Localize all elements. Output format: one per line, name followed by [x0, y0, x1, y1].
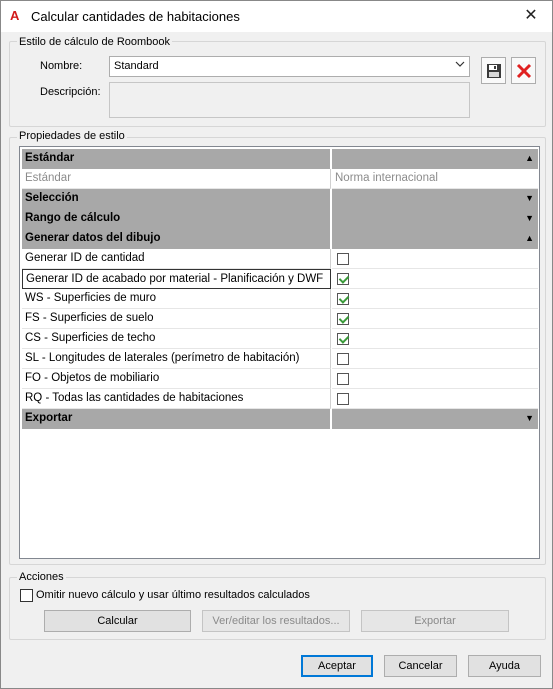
property-label: WS - Superficies de muro — [22, 289, 331, 309]
description-label: Descripción: — [40, 86, 101, 98]
property-label: FO - Objetos de mobiliario — [22, 369, 331, 389]
property-row-sl[interactable]: SL - Longitudes de laterales (perímetro … — [22, 349, 538, 369]
property-label: RQ - Todas las cantidades de habitacione… — [22, 389, 331, 409]
category-spacer: ▲ — [332, 149, 538, 169]
property-row-acabado[interactable]: Generar ID de acabado por material - Pla… — [22, 269, 538, 289]
floppy-disk-icon — [486, 63, 501, 78]
expand-arrow-icon[interactable]: ▼ — [525, 213, 534, 223]
property-label: SL - Longitudes de laterales (perímetro … — [22, 349, 331, 369]
property-value — [332, 369, 538, 389]
property-row-fo[interactable]: FO - Objetos de mobiliario — [22, 369, 538, 389]
property-label: FS - Superficies de suelo — [22, 309, 331, 329]
help-button[interactable]: Ayuda — [468, 655, 541, 677]
property-row-fs[interactable]: FS - Superficies de suelo — [22, 309, 538, 329]
name-combobox-value: Standard — [114, 60, 159, 72]
save-style-button[interactable] — [481, 57, 506, 84]
property-label: Generar ID de acabado por material - Pla… — [22, 269, 331, 289]
property-row-ws[interactable]: WS - Superficies de muro — [22, 289, 538, 309]
checkbox[interactable] — [337, 393, 349, 405]
expand-arrow-icon[interactable]: ▼ — [525, 413, 534, 423]
property-label: Estándar — [22, 169, 331, 189]
dialog-window: A Calcular cantidades de habitaciones ✕ … — [0, 0, 553, 689]
category-spacer: ▼ — [332, 409, 538, 429]
category-row-rango[interactable]: Rango de cálculo ▼ — [22, 209, 538, 229]
omit-recalc-checkbox[interactable] — [20, 589, 33, 602]
property-row-cs[interactable]: CS - Superficies de techo — [22, 329, 538, 349]
checkbox[interactable] — [337, 293, 349, 305]
autocad-app-icon: A — [10, 8, 20, 23]
category-row-seleccion[interactable]: Selección ▼ — [22, 189, 538, 209]
property-row-generar-id[interactable]: Generar ID de cantidad — [22, 249, 538, 269]
property-row-standard: Estándar Norma internacional — [22, 169, 538, 189]
property-value — [332, 289, 538, 309]
collapse-arrow-icon[interactable]: ▲ — [525, 233, 534, 243]
property-row-rq[interactable]: RQ - Todas las cantidades de habitacione… — [22, 389, 538, 409]
checkbox[interactable] — [337, 333, 349, 345]
checkbox[interactable] — [337, 313, 349, 325]
category-row-estandar[interactable]: Estándar ▲ — [22, 149, 538, 169]
properties-group-label: Propiedades de estilo — [17, 130, 127, 142]
actions-group-label: Acciones — [17, 571, 66, 583]
property-label: Generar ID de cantidad — [22, 249, 331, 269]
checkbox[interactable] — [337, 373, 349, 385]
close-button[interactable]: ✕ — [521, 7, 541, 25]
style-group-label: Estilo de cálculo de Roombook — [17, 36, 173, 48]
category-row-generar[interactable]: Generar datos del dibujo ▲ — [22, 229, 538, 249]
cancel-button[interactable]: Cancelar — [384, 655, 457, 677]
category-spacer: ▲ — [332, 229, 538, 249]
category-spacer: ▼ — [332, 209, 538, 229]
property-value — [332, 349, 538, 369]
chevron-down-icon — [455, 59, 465, 72]
property-value — [332, 389, 538, 409]
window-title: Calcular cantidades de habitaciones — [31, 9, 240, 24]
checkbox[interactable] — [337, 273, 349, 285]
property-value: Norma internacional — [332, 169, 538, 189]
accept-button[interactable]: Aceptar — [301, 655, 373, 677]
delete-style-button[interactable] — [511, 57, 536, 84]
name-combobox[interactable]: Standard — [109, 56, 470, 77]
checkbox[interactable] — [337, 353, 349, 365]
category-label: Selección — [22, 189, 331, 209]
category-row-exportar[interactable]: Exportar ▼ — [22, 409, 538, 429]
property-value — [332, 329, 538, 349]
category-label: Generar datos del dibujo — [22, 229, 331, 249]
description-field — [109, 82, 470, 118]
property-label: CS - Superficies de techo — [22, 329, 331, 349]
view-edit-results-button[interactable]: Ver/editar los resultados... — [202, 610, 350, 632]
property-grid[interactable]: Estándar ▲ Estándar Norma internacional … — [19, 146, 540, 559]
export-button[interactable]: Exportar — [361, 610, 509, 632]
collapse-arrow-icon[interactable]: ▲ — [525, 153, 534, 163]
property-value — [332, 249, 538, 269]
checkbox[interactable] — [337, 253, 349, 265]
red-x-icon — [516, 63, 531, 78]
omit-recalc-label[interactable]: Omitir nuevo cálculo y usar último resul… — [36, 589, 310, 601]
property-value — [332, 309, 538, 329]
category-label: Exportar — [22, 409, 331, 429]
calculate-button[interactable]: Calcular — [44, 610, 191, 632]
name-label: Nombre: — [40, 60, 83, 72]
category-spacer: ▼ — [332, 189, 538, 209]
category-label: Rango de cálculo — [22, 209, 331, 229]
expand-arrow-icon[interactable]: ▼ — [525, 193, 534, 203]
category-label: Estándar — [22, 149, 331, 169]
title-bar: A Calcular cantidades de habitaciones ✕ — [1, 1, 552, 32]
property-value — [332, 269, 538, 289]
